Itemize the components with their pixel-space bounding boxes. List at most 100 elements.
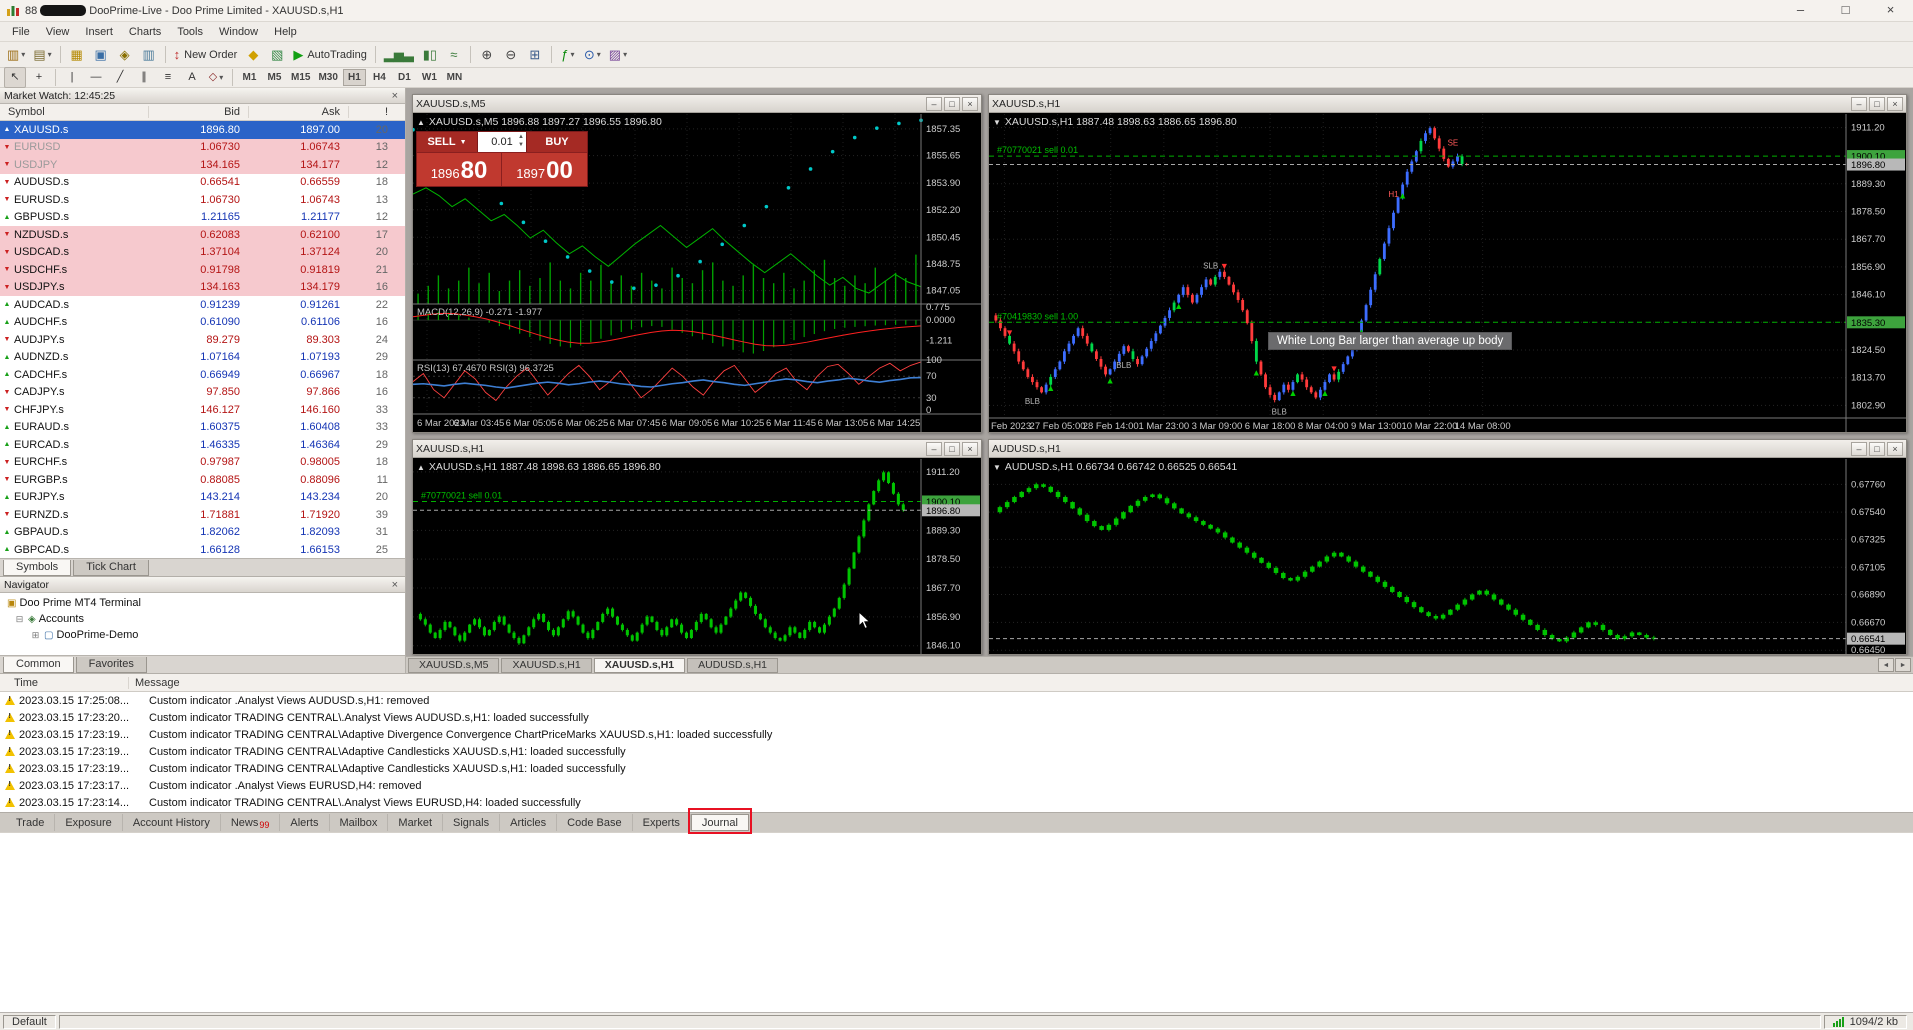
tree-item-dooprime-demo[interactable]: ⊞ ▢ DooPrime-Demo [0, 627, 405, 643]
terminal-tab-trade[interactable]: Trade [6, 814, 55, 831]
market-watch-row-xauusd.s[interactable]: ▲XAUUSD.s1896.801897.0020 [0, 121, 405, 139]
market-watch-row-eurusd.s[interactable]: ▼EURUSD.s1.067301.0674313 [0, 191, 405, 209]
chart-minimize-button[interactable]: – [1851, 97, 1867, 111]
chart-titlebar[interactable]: AUDUSD.s,H1 –□× [989, 440, 1906, 458]
crosshair-button[interactable]: + [28, 67, 50, 88]
tab-favorites[interactable]: Favorites [76, 657, 147, 673]
trendline-button[interactable]: ╱ [109, 67, 131, 88]
market-watch-row-eurchf.s[interactable]: ▼EURCHF.s0.979870.9800518 [0, 454, 405, 472]
journal-row[interactable]: 2023.03.15 17:23:17...Custom indicator .… [0, 777, 1913, 794]
menu-insert[interactable]: Insert [77, 24, 121, 40]
timeframe-m5[interactable]: M5 [263, 69, 286, 86]
journal-row[interactable]: 2023.03.15 17:23:19...Custom indicator T… [0, 760, 1913, 777]
chart-restore-button[interactable]: □ [944, 97, 960, 111]
candlestick-chart-button[interactable]: ▮▯ [419, 44, 441, 65]
market-watch-row-audcad.s[interactable]: ▲AUDCAD.s0.912390.9126122 [0, 296, 405, 314]
market-watch-header-bar[interactable]: Market Watch: 12:45:25 × [0, 88, 405, 104]
chart-close-button[interactable]: × [1887, 442, 1903, 456]
column-bid[interactable]: Bid [148, 106, 248, 118]
collapse-icon[interactable]: ⊟ [14, 614, 25, 625]
cursor-button[interactable]: ↖ [4, 67, 26, 88]
timeframe-m15[interactable]: M15 [288, 69, 313, 86]
market-watch-row-euraud.s[interactable]: ▲EURAUD.s1.603751.6040833 [0, 419, 405, 437]
dropdown-arrow-icon[interactable]: ▾ [48, 50, 52, 59]
tab-common[interactable]: Common [3, 657, 74, 673]
market-watch-row-eurcad.s[interactable]: ▲EURCAD.s1.463351.4636429 [0, 436, 405, 454]
zoom-in-button[interactable]: ⊕ [476, 44, 498, 65]
market-watch-button[interactable]: ▦ [66, 44, 88, 65]
navigator-close-icon[interactable]: × [389, 579, 401, 591]
line-chart-button[interactable]: ≈ [443, 44, 465, 65]
journal-row[interactable]: 2023.03.15 17:23:19...Custom indicator T… [0, 743, 1913, 760]
column-symbol[interactable]: Symbol [0, 106, 148, 118]
minimize-button[interactable]: – [1778, 0, 1823, 22]
chart-restore-button[interactable]: □ [1869, 97, 1885, 111]
buy-price[interactable]: 189700 [502, 153, 587, 186]
market-watch-row-usdjpy[interactable]: ▼USDJPY134.165134.17712 [0, 156, 405, 174]
terminal-tab-alerts[interactable]: Alerts [280, 814, 329, 831]
menu-file[interactable]: File [4, 24, 38, 40]
chart-restore-button[interactable]: □ [944, 442, 960, 456]
zoom-out-button[interactable]: ⊖ [500, 44, 522, 65]
autotrading-button[interactable]: ▶AutoTrading [290, 44, 370, 65]
templates-button[interactable]: ▨▾ [606, 44, 630, 65]
terminal-tab-account-history[interactable]: Account History [123, 814, 221, 831]
chart-tab-xauusd-s-m5[interactable]: XAUUSD.s,M5 [408, 658, 499, 673]
close-button[interactable]: × [1868, 0, 1913, 22]
journal-row[interactable]: 2023.03.15 17:25:08...Custom indicator .… [0, 692, 1913, 709]
column-time[interactable]: Time [0, 677, 128, 689]
dropdown-arrow-icon[interactable]: ▾ [219, 73, 223, 82]
menu-charts[interactable]: Charts [121, 24, 169, 40]
terminal-tab-experts[interactable]: Experts [633, 814, 691, 831]
timeframe-m1[interactable]: M1 [238, 69, 261, 86]
market-watch-row-usdchf.s[interactable]: ▼USDCHF.s0.917980.9181921 [0, 261, 405, 279]
arrows-button[interactable]: ◇▾ [205, 67, 227, 88]
column-message[interactable]: Message [128, 677, 1913, 689]
journal-row[interactable]: 2023.03.15 17:23:20...Custom indicator T… [0, 709, 1913, 726]
price-chart-canvas[interactable]: 0.677600.675400.673250.671050.668900.666… [989, 459, 1906, 654]
chart-tab-audusd-s-h1[interactable]: AUDUSD.s,H1 [687, 658, 778, 673]
scroll-right-icon[interactable]: ► [1895, 658, 1911, 672]
timeframe-h4[interactable]: H4 [368, 69, 391, 86]
text-label-button[interactable]: A [181, 67, 203, 88]
chart-minimize-button[interactable]: – [926, 442, 942, 456]
market-watch-row-audjpy.s[interactable]: ▼AUDJPY.s89.27989.30324 [0, 331, 405, 349]
price-chart-canvas[interactable]: 1911.201889.301878.501867.701856.901846.… [413, 459, 981, 654]
journal-row[interactable]: 2023.03.15 17:23:19...Custom indicator T… [0, 726, 1913, 743]
new-order-button[interactable]: ↕New Order [171, 44, 241, 65]
tab-symbols[interactable]: Symbols [3, 560, 71, 576]
market-watch-row-eurusd[interactable]: ▼EURUSD1.067301.0674313 [0, 139, 405, 157]
terminal-tab-code-base[interactable]: Code Base [557, 814, 632, 831]
market-watch-row-cadjpy.s[interactable]: ▼CADJPY.s97.85097.86616 [0, 384, 405, 402]
market-watch-row-nzdusd.s[interactable]: ▼NZDUSD.s0.620830.6210017 [0, 226, 405, 244]
chart-titlebar[interactable]: XAUUSD.s,M5 –□× [413, 95, 981, 113]
chart-tab-xauusd-s-h1[interactable]: XAUUSD.s,H1 [594, 658, 685, 673]
terminal-tab-exposure[interactable]: Exposure [55, 814, 122, 831]
vertical-line-button[interactable]: | [61, 67, 83, 88]
terminal-button[interactable]: ▥ [138, 44, 160, 65]
dropdown-arrow-icon[interactable]: ▾ [597, 50, 601, 59]
one-click-toggle-icon[interactable]: ▲ [417, 118, 425, 127]
channel-button[interactable]: ∥ [133, 67, 155, 88]
market-watch-row-usdjpy.s[interactable]: ▼USDJPY.s134.163134.17916 [0, 279, 405, 297]
horizontal-line-button[interactable]: — [85, 67, 107, 88]
terminal-tab-articles[interactable]: Articles [500, 814, 557, 831]
terminal-tab-journal[interactable]: Journal [691, 814, 749, 831]
navigator-button[interactable]: ◈ [114, 44, 136, 65]
chart-close-button[interactable]: × [962, 442, 978, 456]
tile-windows-button[interactable]: ⊞ [524, 44, 546, 65]
lot-size-input[interactable]: 0.01▲▼ [477, 132, 527, 152]
market-watch-row-gbpaud.s[interactable]: ▲GBPAUD.s1.820621.8209331 [0, 524, 405, 542]
chart-minimize-button[interactable]: – [926, 97, 942, 111]
indicators-button[interactable]: ƒ▾ [557, 44, 579, 65]
lot-spinner[interactable]: ▲▼ [518, 133, 524, 149]
fibonacci-button[interactable]: ≡ [157, 67, 179, 88]
market-watch-row-gbpusd.s[interactable]: ▲GBPUSD.s1.211651.2117712 [0, 209, 405, 227]
terminal-tab-mailbox[interactable]: Mailbox [330, 814, 389, 831]
market-watch-row-cadchf.s[interactable]: ▲CADCHF.s0.669490.6696718 [0, 366, 405, 384]
sell-price[interactable]: 189680 [417, 153, 502, 186]
timeframe-h1[interactable]: H1 [343, 69, 366, 86]
market-watch-row-usdcad.s[interactable]: ▼USDCAD.s1.371041.3712420 [0, 244, 405, 262]
terminal-tab-market[interactable]: Market [388, 814, 443, 831]
menu-help[interactable]: Help [266, 24, 305, 40]
